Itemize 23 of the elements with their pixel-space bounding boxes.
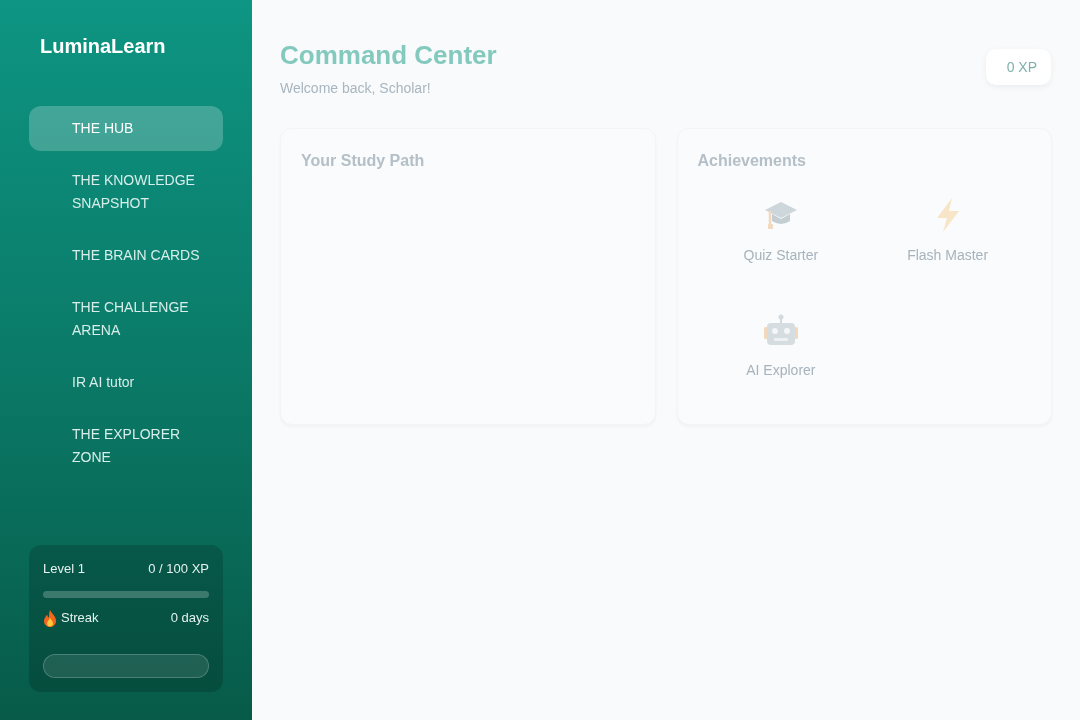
nav-item[interactable]: THE BRAIN CARDS (29, 233, 223, 278)
nav-item[interactable]: IR AI tutor (29, 360, 223, 405)
nav-item[interactable]: THE HUB (29, 106, 223, 151)
robot-icon (763, 314, 798, 346)
level-label: Level 1 (43, 560, 85, 578)
page-title: Command Center (280, 40, 497, 70)
nav-item[interactable]: THE KNOWLEDGE SNAPSHOT (29, 158, 223, 226)
nav-item[interactable]: THE EXPLORER ZONE (29, 412, 223, 480)
achievement-label: Flash Master (907, 246, 989, 264)
streak-label: Streak (61, 609, 99, 627)
card-title: Achievements (697, 151, 807, 171)
lightning-bolt-icon (934, 198, 961, 232)
achievement-label: Quiz Starter (743, 246, 819, 264)
streak-value: 0 days (170, 609, 209, 627)
welcome-subtitle: Welcome back, Scholar! (280, 79, 432, 97)
fire-icon (43, 609, 57, 627)
achievement-label: AI Explorer (746, 361, 816, 379)
graduation-cap-icon (764, 200, 797, 230)
xp-badge: 0 XP (985, 49, 1051, 85)
app-logo: LuminaLearn (40, 34, 166, 59)
nav-item[interactable]: THE CHALLENGE ARENA (29, 285, 223, 353)
xp-progress-text: 0 / 100 XP (148, 560, 209, 578)
card-title: Your Study Path (301, 151, 426, 171)
